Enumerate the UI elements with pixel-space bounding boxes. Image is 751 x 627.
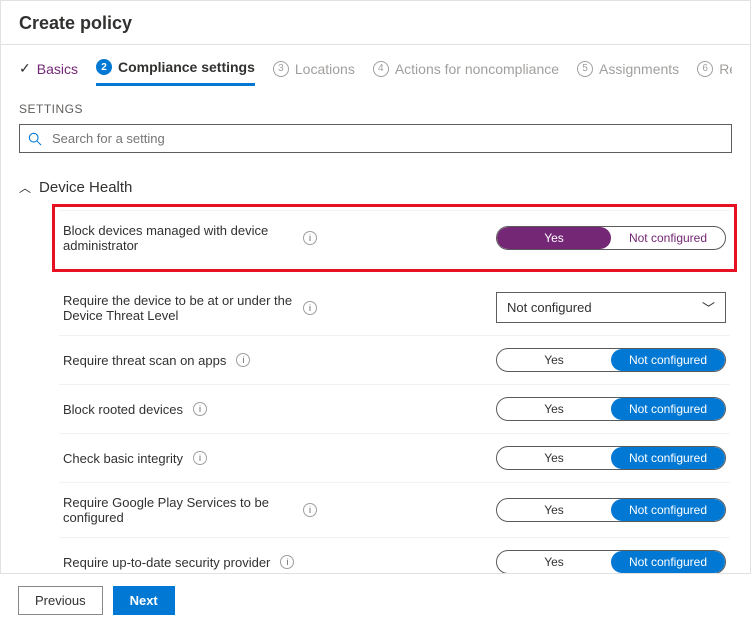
toggle-yes[interactable]: Yes bbox=[497, 398, 611, 420]
tab-label: Locations bbox=[295, 61, 355, 77]
toggle-not-configured[interactable]: Not configured bbox=[611, 551, 725, 573]
toggle-yes[interactable]: Yes bbox=[497, 349, 611, 371]
tab-locations[interactable]: 3 Locations bbox=[273, 61, 355, 85]
setting-row: Block devices managed with device admini… bbox=[59, 211, 730, 265]
next-button[interactable]: Next bbox=[113, 586, 175, 615]
setting-label: Require the device to be at or under the… bbox=[63, 293, 293, 323]
step-number-icon: 5 bbox=[577, 61, 593, 77]
info-icon[interactable]: i bbox=[303, 301, 317, 315]
toggle-not-configured[interactable]: Not configured bbox=[611, 499, 725, 521]
toggle-pill[interactable]: Yes Not configured bbox=[496, 498, 726, 522]
setting-label: Block rooted devices bbox=[63, 402, 183, 417]
setting-label: Block devices managed with device admini… bbox=[63, 223, 293, 253]
toggle-not-configured[interactable]: Not configured bbox=[611, 227, 725, 249]
toggle-yes[interactable]: Yes bbox=[497, 551, 611, 573]
info-icon[interactable]: i bbox=[303, 231, 317, 245]
highlight-box: Block devices managed with device admini… bbox=[52, 204, 737, 272]
toggle-pill[interactable]: Yes Not configured bbox=[496, 226, 726, 250]
toggle-yes[interactable]: Yes bbox=[497, 447, 611, 469]
tab-label: Assignments bbox=[599, 61, 679, 77]
settings-heading: SETTINGS bbox=[19, 102, 732, 116]
search-input[interactable] bbox=[50, 130, 723, 147]
info-icon[interactable]: i bbox=[303, 503, 317, 517]
setting-row: Require threat scan on apps i Yes Not co… bbox=[59, 336, 730, 385]
section-title: Device Health bbox=[39, 179, 132, 196]
toggle-pill[interactable]: Yes Not configured bbox=[496, 348, 726, 372]
setting-label: Check basic integrity bbox=[63, 451, 183, 466]
tab-label: Actions for noncompliance bbox=[395, 61, 559, 77]
step-number-icon: 2 bbox=[96, 59, 112, 75]
chevron-down-icon: ﹀ bbox=[702, 298, 715, 317]
info-icon[interactable]: i bbox=[280, 555, 294, 569]
toggle-not-configured[interactable]: Not configured bbox=[611, 398, 725, 420]
previous-button[interactable]: Previous bbox=[18, 586, 103, 615]
wizard-footer: Previous Next bbox=[0, 573, 751, 627]
setting-row: Check basic integrity i Yes Not configur… bbox=[59, 434, 730, 483]
tab-actions-noncompliance[interactable]: 4 Actions for noncompliance bbox=[373, 61, 559, 85]
setting-label: Require Google Play Services to be confi… bbox=[63, 495, 293, 525]
toggle-not-configured[interactable]: Not configured bbox=[611, 349, 725, 371]
toggle-not-configured[interactable]: Not configured bbox=[611, 447, 725, 469]
dropdown-value: Not configured bbox=[507, 300, 592, 315]
info-icon[interactable]: i bbox=[193, 402, 207, 416]
search-icon bbox=[28, 132, 42, 146]
info-icon[interactable]: i bbox=[193, 451, 207, 465]
settings-list: Block devices managed with device admini… bbox=[59, 210, 730, 587]
tab-label: Review bbox=[719, 61, 732, 77]
tab-review[interactable]: 6 Review bbox=[697, 61, 732, 85]
info-icon[interactable]: i bbox=[236, 353, 250, 367]
step-number-icon: 4 bbox=[373, 61, 389, 77]
chevron-up-icon: ︿ bbox=[19, 179, 31, 196]
tab-label: Compliance settings bbox=[118, 59, 255, 75]
check-icon: ✓ bbox=[19, 60, 31, 77]
setting-row: Require Google Play Services to be confi… bbox=[59, 483, 730, 538]
search-box[interactable] bbox=[19, 124, 732, 153]
toggle-pill[interactable]: Yes Not configured bbox=[496, 397, 726, 421]
toggle-pill[interactable]: Yes Not configured bbox=[496, 550, 726, 574]
section-device-health[interactable]: ︿ Device Health bbox=[19, 179, 732, 196]
setting-label: Require up-to-date security provider bbox=[63, 555, 270, 570]
setting-row: Require the device to be at or under the… bbox=[59, 280, 730, 336]
tab-assignments[interactable]: 5 Assignments bbox=[577, 61, 679, 85]
step-number-icon: 3 bbox=[273, 61, 289, 77]
threat-level-dropdown[interactable]: Not configured ﹀ bbox=[496, 292, 726, 323]
tab-label: Basics bbox=[37, 61, 78, 77]
setting-row: Block rooted devices i Yes Not configure… bbox=[59, 385, 730, 434]
tab-compliance-settings[interactable]: 2 Compliance settings bbox=[96, 59, 255, 86]
toggle-yes[interactable]: Yes bbox=[497, 499, 611, 521]
toggle-pill[interactable]: Yes Not configured bbox=[496, 446, 726, 470]
setting-label: Require threat scan on apps bbox=[63, 353, 226, 368]
wizard-tabs: ✓ Basics 2 Compliance settings 3 Locatio… bbox=[19, 59, 732, 86]
tab-basics[interactable]: ✓ Basics bbox=[19, 60, 78, 85]
toggle-yes[interactable]: Yes bbox=[497, 227, 611, 249]
page-title: Create policy bbox=[1, 1, 750, 44]
step-number-icon: 6 bbox=[697, 61, 713, 77]
